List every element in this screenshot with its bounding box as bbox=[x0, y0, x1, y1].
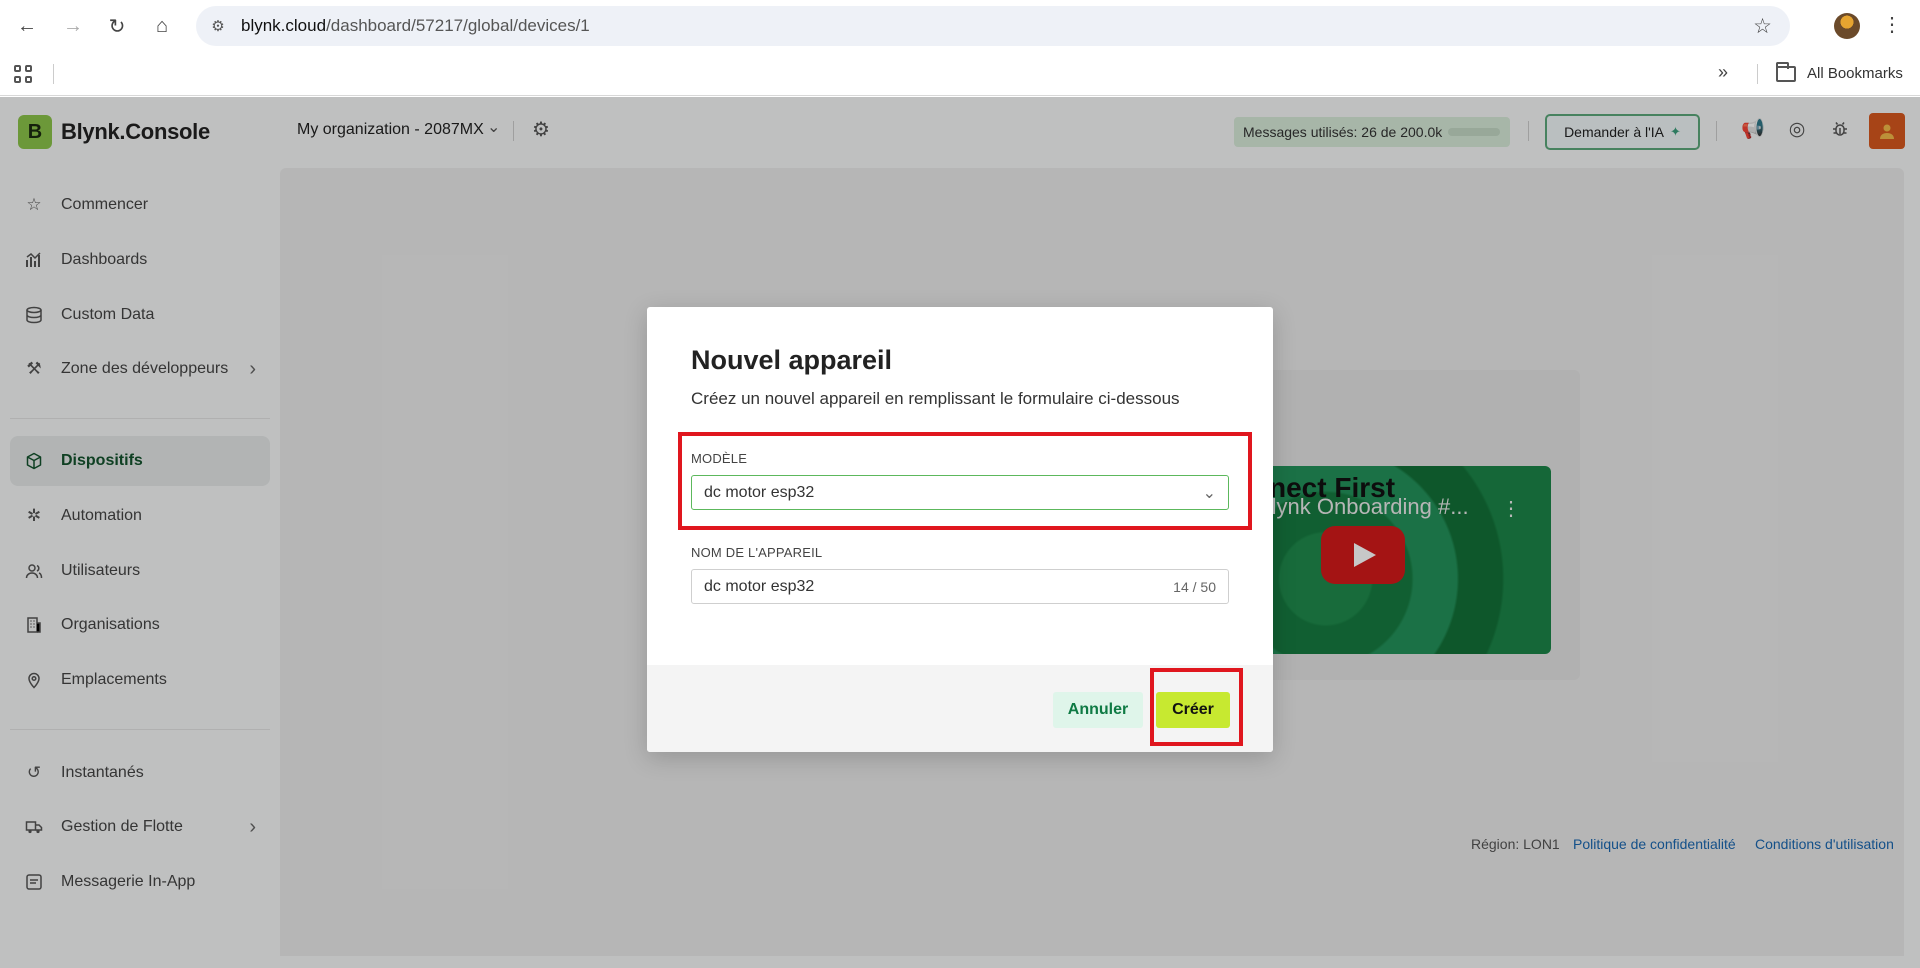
create-button[interactable]: Créer bbox=[1156, 692, 1230, 728]
template-label: MODÈLE bbox=[691, 451, 748, 466]
device-name-input[interactable]: dc motor esp32 14 / 50 bbox=[691, 569, 1229, 604]
star-icon[interactable]: ☆ bbox=[1753, 14, 1772, 39]
address-bar[interactable]: ⚙ blynk.cloud/dashboard/57217/global/dev… bbox=[196, 6, 1790, 46]
site-settings-icon[interactable]: ⚙ bbox=[208, 16, 228, 36]
device-name-value: dc motor esp32 bbox=[704, 578, 815, 595]
divider bbox=[1757, 64, 1758, 84]
cancel-button[interactable]: Annuler bbox=[1053, 692, 1143, 728]
device-name-label: NOM DE L'APPAREIL bbox=[691, 545, 823, 560]
chevron-down-icon: ⌄ bbox=[1202, 485, 1216, 502]
divider bbox=[53, 64, 54, 84]
reload-icon[interactable]: ↻ bbox=[103, 12, 131, 40]
profile-avatar[interactable] bbox=[1834, 13, 1860, 39]
template-select[interactable]: dc motor esp32 ⌄ bbox=[691, 475, 1229, 510]
modal-footer: Annuler Créer bbox=[647, 665, 1273, 752]
char-counter: 14 / 50 bbox=[1173, 579, 1216, 595]
new-device-modal: Nouvel appareil Créez un nouvel appareil… bbox=[647, 307, 1273, 752]
chevrons-right-icon[interactable]: » bbox=[1718, 62, 1728, 83]
all-bookmarks-link[interactable]: All Bookmarks bbox=[1807, 65, 1903, 82]
back-icon[interactable]: ← bbox=[13, 12, 41, 40]
menu-kebab-icon[interactable]: ⋮ bbox=[1882, 12, 1902, 37]
modal-subtitle: Créez un nouvel appareil en remplissant … bbox=[691, 389, 1180, 408]
modal-title: Nouvel appareil bbox=[691, 345, 893, 375]
url-text[interactable]: blynk.cloud/dashboard/57217/global/devic… bbox=[241, 16, 590, 36]
home-icon[interactable]: ⌂ bbox=[148, 12, 176, 40]
browser-toolbar: ← → ↻ ⌂ ⚙ blynk.cloud/dashboard/57217/gl… bbox=[0, 0, 1920, 52]
forward-icon[interactable]: → bbox=[59, 12, 87, 40]
bookmarks-bar: » All Bookmarks bbox=[0, 52, 1920, 96]
template-value: dc motor esp32 bbox=[704, 484, 815, 501]
folder-icon[interactable] bbox=[1776, 62, 1796, 82]
apps-grid-icon[interactable] bbox=[14, 65, 32, 83]
